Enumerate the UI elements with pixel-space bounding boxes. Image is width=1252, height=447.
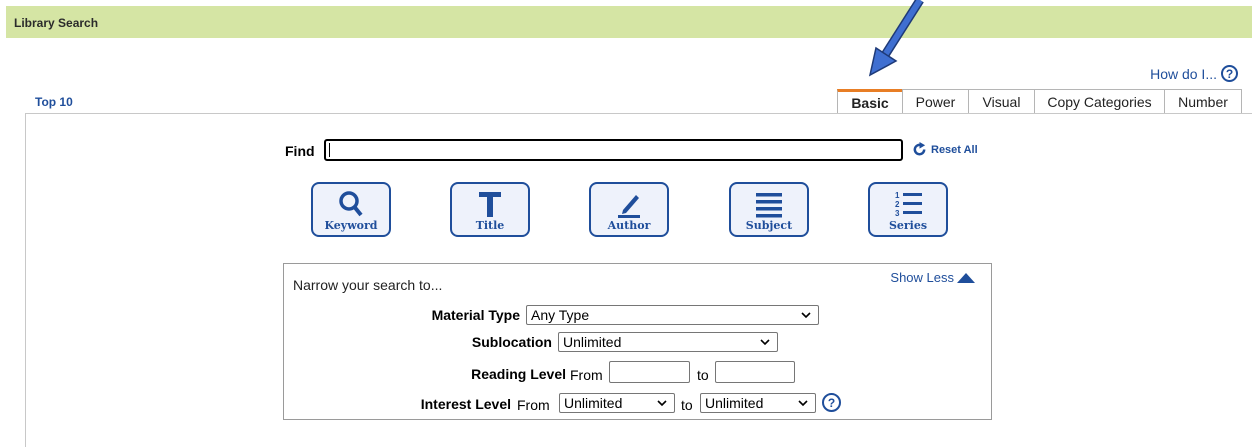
sublocation-select[interactable]: Unlimited bbox=[558, 332, 778, 352]
svg-text:1: 1 bbox=[895, 191, 900, 200]
sublocation-value: Unlimited bbox=[563, 334, 622, 350]
help-icon: ? bbox=[1221, 65, 1238, 82]
title-label: Title bbox=[475, 219, 505, 232]
pen-icon bbox=[615, 189, 643, 219]
reading-level-to-label: to bbox=[697, 367, 709, 383]
interest-level-help-icon[interactable]: ? bbox=[822, 393, 841, 412]
annotation-arrow bbox=[868, 0, 924, 77]
author-search-button[interactable]: Author bbox=[589, 182, 669, 237]
chevron-down-icon bbox=[657, 400, 667, 407]
find-input[interactable] bbox=[324, 139, 903, 161]
interest-level-to-select[interactable]: Unlimited bbox=[700, 393, 816, 413]
material-type-label: Material Type bbox=[431, 307, 520, 323]
show-less-toggle[interactable]: Show Less bbox=[890, 270, 975, 285]
keyword-search-button[interactable]: Keyword bbox=[311, 182, 391, 237]
tab-visual[interactable]: Visual bbox=[968, 89, 1035, 114]
tab-power[interactable]: Power bbox=[902, 89, 969, 114]
reset-all-label: Reset All bbox=[931, 143, 978, 156]
reset-all-button[interactable]: Reset All bbox=[912, 142, 978, 157]
keyword-label: Keyword bbox=[324, 219, 378, 232]
interest-level-from-value: Unlimited bbox=[564, 395, 623, 411]
tab-basic[interactable]: Basic bbox=[837, 89, 903, 114]
interest-level-from-label: From bbox=[517, 397, 550, 413]
author-label: Author bbox=[607, 219, 651, 232]
refresh-icon bbox=[913, 142, 926, 156]
triangle-up-icon bbox=[957, 272, 975, 283]
series-label: Series bbox=[888, 219, 928, 232]
svg-text:3: 3 bbox=[895, 209, 900, 218]
svg-text:2: 2 bbox=[895, 200, 900, 209]
numbered-list-icon: 1 2 3 bbox=[893, 189, 923, 219]
page-title: Library Search bbox=[14, 16, 99, 30]
series-search-button[interactable]: 1 2 3 Series bbox=[868, 182, 948, 237]
subject-label: Subject bbox=[745, 219, 793, 232]
search-tabs: Basic Power Visual Copy Categories Numbe… bbox=[837, 89, 1242, 114]
title-t-icon bbox=[478, 189, 502, 219]
help-link[interactable]: How do I... ? bbox=[1150, 65, 1238, 82]
header-bar: Library Search bbox=[6, 6, 1252, 38]
chevron-down-icon bbox=[798, 400, 808, 407]
subject-search-button[interactable]: Subject bbox=[729, 182, 809, 237]
tab-copy-categories[interactable]: Copy Categories bbox=[1034, 89, 1165, 114]
find-label: Find bbox=[285, 143, 315, 159]
help-link-label: How do I... bbox=[1150, 65, 1217, 82]
sublocation-label: Sublocation bbox=[471, 334, 552, 350]
narrow-header: Narrow your search to... bbox=[293, 277, 443, 293]
show-less-label: Show Less bbox=[890, 270, 954, 285]
lines-icon bbox=[754, 189, 784, 219]
chevron-down-icon bbox=[760, 339, 770, 346]
magnifier-icon bbox=[338, 189, 364, 219]
reading-level-from-input[interactable] bbox=[609, 361, 690, 383]
material-type-value: Any Type bbox=[531, 307, 590, 323]
interest-level-to-label: to bbox=[681, 397, 693, 413]
chevron-down-icon bbox=[801, 312, 811, 319]
title-search-button[interactable]: Title bbox=[450, 182, 530, 237]
interest-level-to-value: Unlimited bbox=[705, 395, 764, 411]
interest-level-from-select[interactable]: Unlimited bbox=[559, 393, 675, 413]
reading-level-label: Reading Level bbox=[471, 366, 566, 382]
reading-level-to-input[interactable] bbox=[715, 361, 795, 383]
reading-level-from-label: From bbox=[570, 367, 603, 383]
interest-level-label: Interest Level bbox=[420, 396, 511, 412]
top10-link[interactable]: Top 10 bbox=[35, 95, 73, 109]
tab-number[interactable]: Number bbox=[1164, 89, 1242, 114]
material-type-select[interactable]: Any Type bbox=[526, 305, 819, 325]
